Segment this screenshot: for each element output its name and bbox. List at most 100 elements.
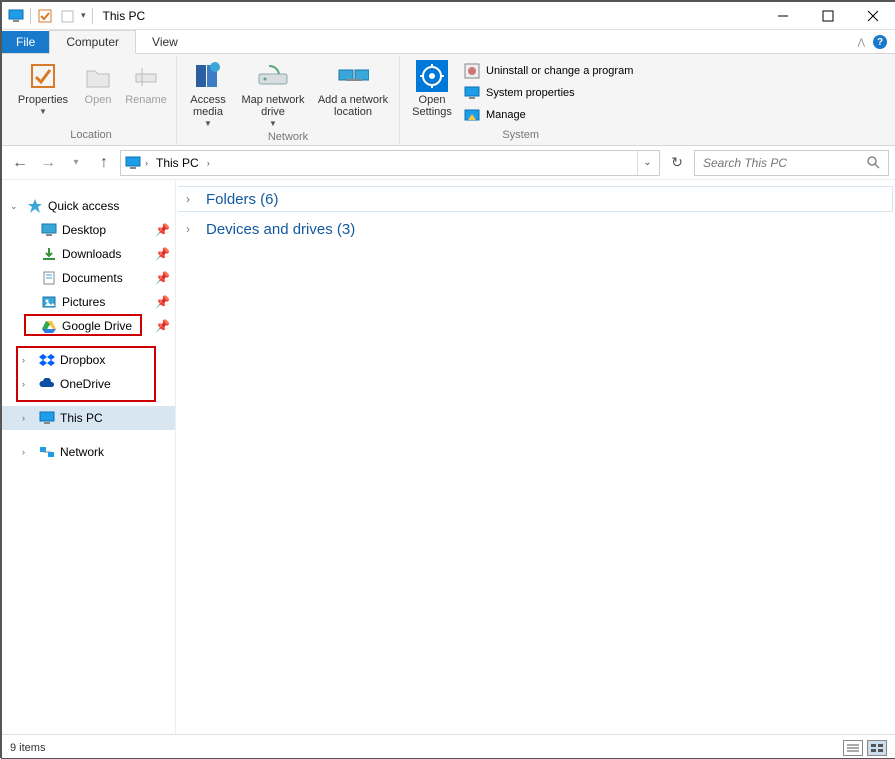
- group-label-system: System: [502, 129, 539, 143]
- properties-label: Properties: [18, 94, 68, 106]
- search-icon: [866, 155, 882, 171]
- map-drive-icon: [257, 60, 289, 92]
- search-box[interactable]: [694, 150, 889, 176]
- this-pc-icon: [123, 155, 143, 171]
- expander-icon[interactable]: ›: [22, 355, 34, 365]
- map-drive-button[interactable]: Map network drive ▼: [237, 58, 309, 131]
- ribbon-group-system: Open Settings Uninstall or change a prog…: [400, 56, 641, 145]
- rename-button[interactable]: Rename: [122, 58, 170, 108]
- view-details-button[interactable]: [843, 740, 863, 756]
- view-large-icons-button[interactable]: [867, 740, 887, 756]
- open-settings-button[interactable]: Open Settings: [406, 58, 458, 120]
- group-devices[interactable]: › Devices and drives (3): [178, 216, 893, 242]
- pin-icon: 📌: [155, 295, 169, 309]
- system-properties-icon: [464, 85, 480, 101]
- onedrive-icon: [38, 376, 56, 392]
- sidebar-item-google-drive[interactable]: Google Drive 📌: [2, 314, 175, 338]
- ribbon: Properties ▼ Open Rename Location: [2, 54, 895, 146]
- properties-icon: [27, 60, 59, 92]
- breadcrumb-arrow-icon[interactable]: ›: [143, 158, 150, 168]
- sidebar-item-dropbox[interactable]: › Dropbox: [2, 348, 175, 372]
- manage-button[interactable]: Manage: [462, 104, 635, 126]
- properties-button[interactable]: Properties ▼: [12, 58, 74, 119]
- open-label: Open: [85, 94, 112, 106]
- google-drive-icon: [40, 318, 58, 334]
- navigation-pane[interactable]: ⌄ Quick access Desktop 📌 Downloads 📌 Doc…: [2, 180, 176, 734]
- nav-recent-button[interactable]: ▾: [64, 151, 88, 175]
- group-folders[interactable]: › Folders (6): [178, 186, 893, 212]
- nav-back-button[interactable]: ←: [8, 151, 32, 175]
- sidebar-item-documents[interactable]: Documents 📌: [2, 266, 175, 290]
- sidebar-item-quick-access[interactable]: ⌄ Quick access: [2, 194, 175, 218]
- expander-icon[interactable]: ›: [22, 413, 34, 423]
- content-pane[interactable]: › Folders (6) › Devices and drives (3): [176, 180, 895, 734]
- tab-file[interactable]: File: [2, 31, 49, 53]
- maximize-button[interactable]: [805, 2, 850, 30]
- body: ⌄ Quick access Desktop 📌 Downloads 📌 Doc…: [2, 180, 895, 734]
- sidebar-item-pictures[interactable]: Pictures 📌: [2, 290, 175, 314]
- pictures-label: Pictures: [62, 295, 105, 309]
- tab-computer[interactable]: Computer: [49, 30, 136, 54]
- search-input[interactable]: [701, 155, 866, 171]
- access-media-icon: [192, 60, 224, 92]
- onedrive-label: OneDrive: [60, 377, 111, 391]
- add-location-icon: [337, 60, 369, 92]
- expander-icon[interactable]: ›: [22, 447, 34, 457]
- separator: [30, 8, 31, 24]
- open-button[interactable]: Open: [78, 58, 118, 108]
- tab-view[interactable]: View: [136, 31, 194, 53]
- app-icon: [8, 8, 24, 24]
- group-label-network: Network: [268, 131, 308, 145]
- system-properties-button[interactable]: System properties: [462, 82, 635, 104]
- collapse-ribbon-icon[interactable]: ⋀: [858, 37, 865, 48]
- uninstall-label: Uninstall or change a program: [486, 65, 633, 77]
- expander-icon[interactable]: ›: [22, 379, 34, 389]
- map-drive-label: Map network drive: [239, 94, 307, 118]
- group-label-location: Location: [70, 129, 112, 143]
- nav-up-button[interactable]: ↑: [92, 151, 116, 175]
- close-button[interactable]: [850, 2, 895, 30]
- quick-access-dropdown-icon[interactable]: ▾: [81, 10, 86, 21]
- refresh-button[interactable]: ↻: [664, 150, 690, 176]
- desktop-label: Desktop: [62, 223, 106, 237]
- help-icon[interactable]: ?: [873, 35, 887, 49]
- chevron-down-icon: ▼: [269, 120, 277, 129]
- quick-access-properties-icon[interactable]: [37, 8, 53, 24]
- pin-icon: 📌: [155, 223, 169, 237]
- separator: [92, 8, 93, 24]
- add-location-label: Add a network location: [315, 94, 391, 118]
- nav-forward-button[interactable]: →: [36, 151, 60, 175]
- add-location-button[interactable]: Add a network location: [313, 58, 393, 120]
- address-box[interactable]: › This PC › ⌄: [120, 150, 660, 176]
- dropbox-label: Dropbox: [60, 353, 105, 367]
- minimize-button[interactable]: [760, 2, 805, 30]
- sidebar-item-network[interactable]: › Network: [2, 440, 175, 464]
- rename-icon: [130, 60, 162, 92]
- status-bar: 9 items: [2, 734, 895, 759]
- sidebar-item-desktop[interactable]: Desktop 📌: [2, 218, 175, 242]
- group-folders-label: Folders (6): [206, 191, 279, 208]
- manage-icon: [464, 107, 480, 123]
- breadcrumb-this-pc[interactable]: This PC: [150, 156, 205, 170]
- network-icon: [38, 444, 56, 460]
- sidebar-item-downloads[interactable]: Downloads 📌: [2, 242, 175, 266]
- downloads-icon: [40, 246, 58, 262]
- address-history-dropdown[interactable]: ⌄: [637, 151, 657, 175]
- breadcrumb-arrow-icon[interactable]: ›: [205, 158, 212, 168]
- uninstall-button[interactable]: Uninstall or change a program: [462, 60, 635, 82]
- pin-icon: 📌: [155, 271, 169, 285]
- status-item-count: 9 items: [10, 742, 45, 754]
- sidebar-item-onedrive[interactable]: › OneDrive: [2, 372, 175, 396]
- sidebar-item-this-pc[interactable]: › This PC: [2, 406, 175, 430]
- quick-access-new-folder-icon[interactable]: [59, 8, 75, 24]
- this-pc-icon: [38, 410, 56, 426]
- chevron-right-icon: ›: [186, 192, 198, 206]
- desktop-icon: [40, 222, 58, 238]
- system-stack: Uninstall or change a program System pro…: [462, 58, 635, 126]
- documents-icon: [40, 270, 58, 286]
- pin-icon: 📌: [155, 319, 169, 333]
- access-media-button[interactable]: Access media ▼: [183, 58, 233, 131]
- expander-icon[interactable]: ⌄: [10, 201, 22, 212]
- dropbox-icon: [38, 352, 56, 368]
- quick-access-icon: [26, 198, 44, 214]
